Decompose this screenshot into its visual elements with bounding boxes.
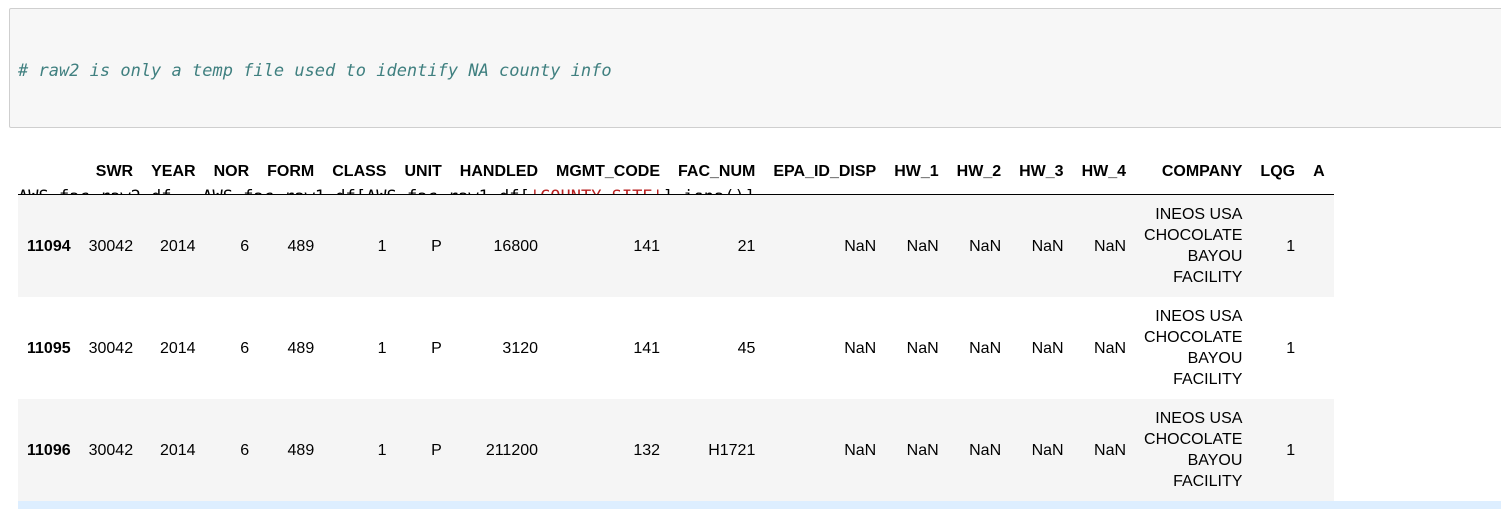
cell-swr: 30042: [88, 339, 134, 357]
cell-fac-num: 45: [737, 339, 756, 357]
dataframe-table: SWR YEAR NOR FORM CLASS UNIT HANDLED MGMT_CODE F…: [18, 150, 1334, 501]
column-header-nor: NOR: [204, 150, 259, 195]
column-header-company: COMPANY: [1135, 150, 1252, 195]
cell-handled: 3120: [502, 339, 539, 357]
cell-truncated: [1304, 297, 1334, 399]
cell-hw-3: NaN: [1031, 339, 1064, 357]
cell-hw-2: NaN: [969, 441, 1002, 459]
row-index: 11096: [27, 441, 71, 459]
cell-epa-id-disp: NaN: [844, 339, 877, 357]
table-body: 11094 30042 2014 6 489 1 P 16800 141 21 NaN NaN NaN N…: [18, 194, 1334, 501]
cell-hw-4: NaN: [1094, 237, 1127, 255]
company-name-line: INEOS USA: [1155, 308, 1243, 325]
cell-class: 1: [377, 441, 387, 459]
cell-form: 489: [287, 441, 315, 459]
cell-mgmt-code: 141: [633, 237, 661, 255]
column-header-swr: SWR: [79, 150, 143, 195]
cell-year: 2014: [159, 339, 196, 357]
company-name-line: FACILITY: [1173, 269, 1243, 286]
cell-handled: 16800: [493, 237, 539, 255]
company-name-line: INEOS USA: [1155, 206, 1243, 223]
cell-lqg: 1: [1286, 339, 1296, 357]
cell-hw-1: NaN: [906, 441, 939, 459]
cell-hw-2: NaN: [969, 237, 1002, 255]
output-area: SWR YEAR NOR FORM CLASS UNIT HANDLED MGMT_CODE F…: [18, 150, 1501, 501]
column-header-handled: HANDLED: [450, 150, 548, 195]
cell-unit: P: [431, 339, 442, 357]
company-name-line: FACILITY: [1173, 473, 1243, 490]
cell-hw-4: NaN: [1094, 441, 1127, 459]
cell-company: INEOS USA CHOCOLATE BAYOU FACILITY: [1135, 297, 1251, 399]
column-header-lqg: LQG: [1251, 150, 1305, 195]
cell-class: 1: [377, 339, 387, 357]
cell-unit: P: [431, 441, 442, 459]
company-name-line: BAYOU: [1187, 350, 1243, 367]
cell-epa-id-disp: NaN: [844, 441, 877, 459]
row-index: 11094: [27, 237, 71, 255]
cell-fac-num: H1721: [708, 441, 756, 459]
column-header-hw-4: HW_4: [1072, 150, 1136, 195]
column-header-unit: UNIT: [395, 150, 451, 195]
table-header: SWR YEAR NOR FORM CLASS UNIT HANDLED MGMT_CODE F…: [18, 150, 1334, 195]
cell-nor: 6: [240, 237, 250, 255]
cell-hw-1: NaN: [906, 237, 939, 255]
cell-epa-id-disp: NaN: [844, 237, 877, 255]
code-comment: # raw2 is only a temp file used to ident…: [18, 61, 612, 81]
company-name-line: BAYOU: [1187, 452, 1243, 469]
column-header-fac-num: FAC_NUM: [669, 150, 765, 195]
company-name-line: CHOCOLATE: [1144, 227, 1243, 244]
column-header-mgmt-code: MGMT_CODE: [547, 150, 670, 195]
cell-lqg: 1: [1286, 441, 1296, 459]
cell-swr: 30042: [88, 441, 134, 459]
cell-year: 2014: [159, 441, 196, 459]
next-row-highlight: [18, 501, 1501, 509]
cell-hw-3: NaN: [1031, 237, 1064, 255]
cell-nor: 6: [240, 441, 250, 459]
column-header-class: CLASS: [323, 150, 396, 195]
column-header-year: YEAR: [142, 150, 205, 195]
cell-hw-4: NaN: [1094, 339, 1127, 357]
column-header-index: [18, 150, 80, 195]
cell-lqg: 1: [1286, 237, 1296, 255]
column-header-form: FORM: [258, 150, 324, 195]
company-name-line: CHOCOLATE: [1144, 431, 1243, 448]
cell-hw-2: NaN: [969, 339, 1002, 357]
cell-fac-num: 21: [737, 237, 756, 255]
column-header-hw-1: HW_1: [885, 150, 948, 195]
cell-form: 489: [287, 339, 315, 357]
cell-year: 2014: [159, 237, 196, 255]
cell-mgmt-code: 132: [633, 441, 661, 459]
cell-mgmt-code: 141: [633, 339, 661, 357]
column-header-hw-3: HW_3: [1010, 150, 1073, 195]
code-cell[interactable]: # raw2 is only a temp file used to ident…: [9, 8, 1501, 270]
cell-company: INEOS USA CHOCOLATE BAYOU FACILITY: [1135, 399, 1251, 501]
header-row: SWR YEAR NOR FORM CLASS UNIT HANDLED MGMT_CODE F…: [18, 150, 1334, 195]
cell-truncated: [1304, 399, 1334, 501]
row-index: 11095: [27, 339, 71, 357]
code-line-comment: # raw2 is only a temp file used to ident…: [18, 61, 1501, 82]
cell-truncated: [1304, 195, 1334, 298]
column-header-epa-id-disp: EPA_ID_DISP: [764, 150, 886, 195]
cell-handled: 211200: [485, 441, 539, 459]
table-row: 11095 30042 2014 6 489 1 P 3120 141 45 NaN NaN NaN Na…: [18, 297, 1334, 399]
table-row: 11094 30042 2014 6 489 1 P 16800 141 21 NaN NaN NaN N…: [18, 194, 1334, 298]
company-name-line: INEOS USA: [1155, 410, 1243, 427]
company-name-line: FACILITY: [1173, 371, 1243, 388]
cell-form: 489: [287, 237, 315, 255]
cell-nor: 6: [240, 339, 250, 357]
cell-hw-3: NaN: [1031, 441, 1064, 459]
company-name-line: BAYOU: [1187, 248, 1243, 265]
cell-class: 1: [377, 237, 387, 255]
cell-unit: P: [431, 237, 442, 255]
cell-company: INEOS USA CHOCOLATE BAYOU FACILITY: [1135, 195, 1251, 298]
company-name-line: CHOCOLATE: [1144, 329, 1243, 346]
cell-swr: 30042: [88, 237, 134, 255]
cell-hw-1: NaN: [906, 339, 939, 357]
table-row: 11096 30042 2014 6 489 1 P 211200 132 H1721 NaN NaN…: [18, 399, 1334, 501]
column-header-hw-2: HW_2: [947, 150, 1011, 195]
column-header-a: A: [1304, 150, 1334, 195]
